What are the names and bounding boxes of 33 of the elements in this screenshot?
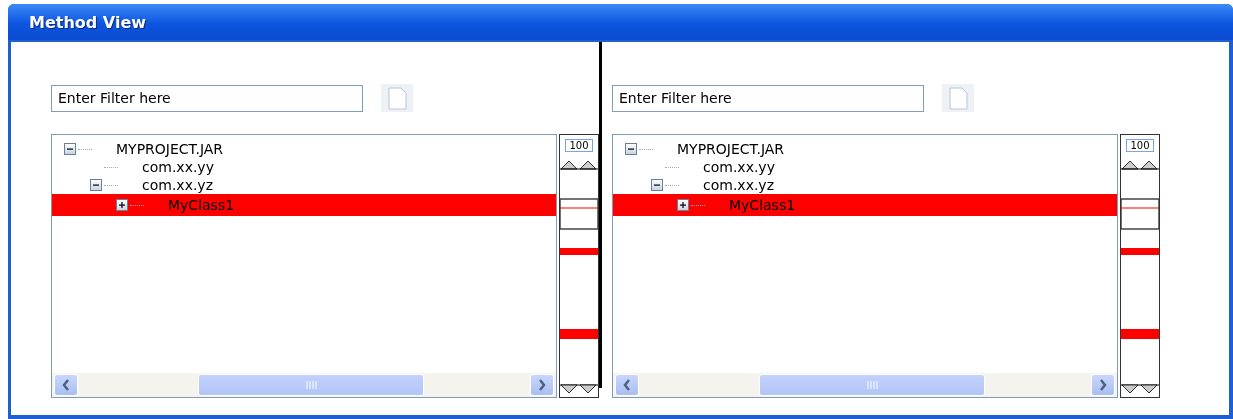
- window-title: Method View: [29, 12, 147, 32]
- chevron-left-icon: [623, 379, 631, 391]
- tree-item[interactable]: com.xx.yz: [52, 176, 556, 194]
- tree-item[interactable]: com.xx.yy: [52, 158, 556, 176]
- tree-item[interactable]: MYPROJECT.JAR: [613, 140, 1117, 158]
- filter-field[interactable]: Enter Filter here: [612, 84, 924, 112]
- filter-field[interactable]: Enter Filter here: [51, 84, 363, 112]
- chevron-right-icon: [538, 379, 546, 391]
- chevron-left-icon: [62, 379, 70, 391]
- scroll-right-button[interactable]: [1091, 374, 1115, 396]
- zoom-value: 100: [1126, 139, 1154, 152]
- tree-item[interactable]: MyClass1: [52, 194, 556, 216]
- scroll-left-button[interactable]: [54, 374, 78, 396]
- collapse-toggle[interactable]: [651, 179, 663, 191]
- tree-item[interactable]: MyClass1: [613, 194, 1117, 216]
- expand-toggle[interactable]: [116, 199, 128, 211]
- scrollbar-thumb[interactable]: [198, 374, 424, 396]
- scroll-left-button[interactable]: [615, 374, 639, 396]
- grip-icon: [866, 381, 878, 389]
- tree-item[interactable]: com.xx.yz: [613, 176, 1117, 194]
- collapse-toggle[interactable]: [625, 143, 637, 155]
- scroll-right-button[interactable]: [530, 374, 554, 396]
- collapse-toggle[interactable]: [64, 143, 76, 155]
- grip-icon: [305, 381, 317, 389]
- tree-item[interactable]: com.xx.yy: [613, 158, 1117, 176]
- scrollbar-thumb[interactable]: [759, 374, 985, 396]
- zoom-value: 100: [565, 139, 593, 152]
- plus-icon: [118, 201, 126, 209]
- tree-item[interactable]: MYPROJECT.JAR: [52, 140, 556, 158]
- expand-toggle[interactable]: [677, 199, 689, 211]
- collapse-toggle[interactable]: [90, 179, 102, 191]
- chevron-right-icon: [1099, 379, 1107, 391]
- plus-icon: [679, 201, 687, 209]
